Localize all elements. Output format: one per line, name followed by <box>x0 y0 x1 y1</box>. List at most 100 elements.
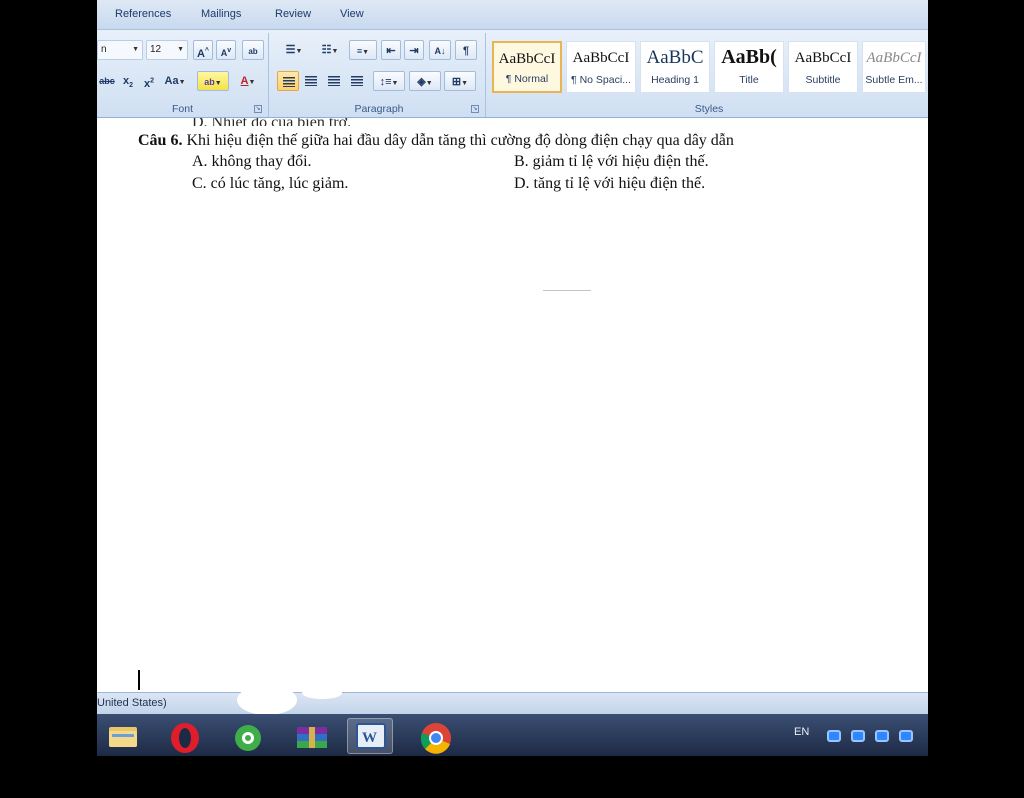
taskbar-opera[interactable] <box>160 718 206 754</box>
style-title[interactable]: AaBb( Title <box>714 41 784 93</box>
strikethrough-icon: abc <box>99 76 115 86</box>
style-subtitle[interactable]: AaBbCcI Subtitle <box>788 41 858 93</box>
highlighter-icon: ab▼ <box>204 77 222 87</box>
font-dialog-launcher-icon[interactable]: ↘ <box>254 105 262 113</box>
change-case-icon: Aa▼ <box>164 75 186 87</box>
align-right-button[interactable] <box>323 71 345 91</box>
svg-text:W: W <box>362 730 377 746</box>
style-normal[interactable]: AaBbCcI ¶ Normal <box>492 41 562 93</box>
line-spacing-icon: ↕≡▼ <box>379 76 399 88</box>
bullets-button[interactable]: ☰▼ <box>277 40 311 60</box>
justify-button[interactable] <box>346 71 368 91</box>
shrink-font-icon: Av <box>220 47 232 58</box>
superscript-button[interactable]: x2 <box>140 71 158 91</box>
style-sample: AaBb( <box>721 46 777 68</box>
taskbar-chrome[interactable] <box>413 718 459 754</box>
style-no-spacing[interactable]: AaBbCcI ¶ No Spaci... <box>566 41 636 93</box>
shrink-font-button[interactable]: Av <box>216 40 236 60</box>
ribbon: n ▼ 12 ▼ A^ Av ab abc x2 x2 Aa▼ ab▼ A▼ F… <box>97 30 928 118</box>
decrease-indent-button[interactable]: ⇤ <box>381 40 401 60</box>
input-language-indicator[interactable]: EN <box>794 726 809 738</box>
style-name: ¶ Normal <box>505 73 549 85</box>
tray-icon[interactable] <box>851 730 865 742</box>
scan-smudge <box>543 290 591 291</box>
tab-references[interactable]: References <box>115 8 171 20</box>
previous-option-text: D. Nhiệt độ của biến trở. <box>192 118 351 126</box>
glare-blob <box>237 685 297 715</box>
style-name: Title <box>739 74 759 86</box>
tab-mailings[interactable]: Mailings <box>201 8 241 20</box>
option-b: B. giảm tỉ lệ với hiệu điện thế. <box>514 153 709 170</box>
winrar-icon <box>297 727 327 748</box>
style-name: Subtle Em... <box>865 74 923 86</box>
style-subtle-emphasis[interactable]: AaBbCcI Subtle Em... <box>862 41 926 93</box>
text-cursor <box>138 670 140 690</box>
chevron-down-icon: ▼ <box>177 46 184 53</box>
numbering-button[interactable]: ☷▼ <box>313 40 347 60</box>
font-name-select[interactable]: n ▼ <box>97 40 143 60</box>
question-number: Câu 6. <box>138 132 183 149</box>
shading-button[interactable]: ◈▼ <box>409 71 441 91</box>
style-sample: AaBbCcI <box>866 50 922 66</box>
font-color-button[interactable]: A▼ <box>232 71 264 91</box>
sort-button[interactable]: A↓ <box>429 40 451 60</box>
paragraph-group: ☰▼ ☷▼ ≡▼ ⇤ ⇥ A↓ ¶ ↕≡▼ ◈▼ ⊞▼ Paragraph ↘ <box>273 33 486 117</box>
borders-button[interactable]: ⊞▼ <box>444 71 476 91</box>
word-icon: W <box>356 723 386 749</box>
decrease-indent-icon: ⇤ <box>386 45 396 57</box>
subscript-icon: x2 <box>122 75 134 90</box>
style-heading-1[interactable]: AaBbC Heading 1 <box>640 41 710 93</box>
font-group-label: Font <box>171 103 193 115</box>
opera-icon <box>171 723 199 753</box>
tray-icon[interactable] <box>875 730 889 742</box>
tray-icon[interactable] <box>899 730 913 742</box>
ribbon-tab-bar: References Mailings Review View <box>97 0 928 30</box>
align-center-button[interactable] <box>300 71 322 91</box>
coccoc-icon <box>235 725 261 751</box>
font-size-value: 12 <box>150 44 162 55</box>
style-sample: AaBbC <box>646 47 704 68</box>
line-spacing-button[interactable]: ↕≡▼ <box>373 71 405 91</box>
increase-indent-icon: ⇥ <box>409 45 419 57</box>
taskbar-word[interactable]: W <box>347 718 393 754</box>
borders-icon: ⊞▼ <box>451 76 469 88</box>
paragraph-group-label: Paragraph <box>354 103 404 115</box>
question-6: Câu 6. Khi hiệu điện thế giữa hai đầu dâ… <box>138 132 734 150</box>
increase-indent-button[interactable]: ⇥ <box>404 40 424 60</box>
tab-view[interactable]: View <box>340 8 364 20</box>
tab-review[interactable]: Review <box>275 8 311 20</box>
taskbar-winrar[interactable] <box>287 718 333 754</box>
align-left-button[interactable] <box>277 71 299 91</box>
style-sample: AaBbCcI <box>794 50 852 66</box>
styles-group-label: Styles <box>694 103 724 115</box>
status-bar: United States) <box>97 685 928 715</box>
grow-font-button[interactable]: A^ <box>193 40 213 60</box>
question-text: Khi hiệu điện thế giữa hai đầu dây dẫn t… <box>186 132 734 149</box>
sort-az-icon: A↓ <box>434 46 446 56</box>
strikethrough-button[interactable]: abc <box>97 71 117 91</box>
tray-icon[interactable] <box>827 730 841 742</box>
font-name-value: n <box>101 44 107 55</box>
folder-icon <box>109 727 137 747</box>
taskbar-coccoc[interactable] <box>225 718 271 754</box>
font-size-select[interactable]: 12 ▼ <box>146 40 188 60</box>
numbered-list-icon: ☷▼ <box>321 44 339 56</box>
multilevel-list-icon: ≡▼ <box>356 46 370 56</box>
glare-blob <box>302 687 342 699</box>
document-page[interactable]: D. Nhiệt độ của biến trở. Câu 6. Khi hiệ… <box>97 118 928 692</box>
word-window: References Mailings Review View n ▼ 12 ▼… <box>97 0 928 756</box>
paragraph-dialog-launcher-icon[interactable]: ↘ <box>471 105 479 113</box>
font-color-icon: A <box>240 75 249 87</box>
taskbar-file-explorer[interactable] <box>100 718 146 754</box>
show-formatting-button[interactable]: ¶ <box>455 40 477 60</box>
option-a: A. không thay đổi. <box>192 153 312 170</box>
justify-icon <box>351 76 363 86</box>
style-name: Heading 1 <box>651 74 699 86</box>
align-left-icon <box>283 77 295 87</box>
change-case-button[interactable]: Aa▼ <box>161 71 189 91</box>
language-status[interactable]: United States) <box>97 697 167 709</box>
multilevel-list-button[interactable]: ≡▼ <box>349 40 377 60</box>
subscript-button[interactable]: x2 <box>119 71 137 91</box>
text-highlight-button[interactable]: ab▼ <box>197 71 229 91</box>
clear-formatting-button[interactable]: ab <box>242 40 264 60</box>
